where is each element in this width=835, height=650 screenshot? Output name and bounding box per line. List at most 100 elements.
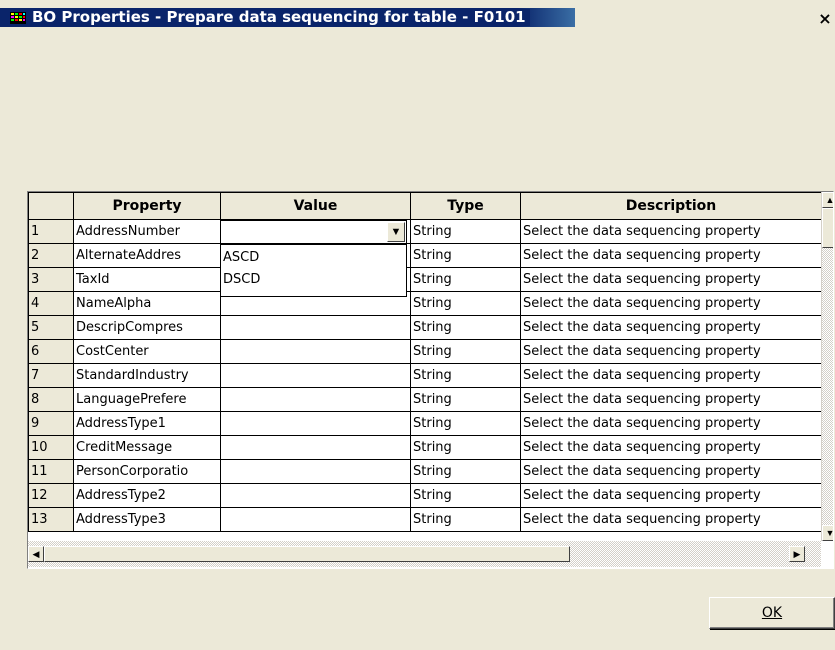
type-cell: String: [410, 243, 521, 268]
row-number: 1: [28, 219, 74, 244]
table-row[interactable]: 9 AddressType1 String Select the data seque…: [28, 411, 822, 436]
row-number: 3: [28, 267, 74, 292]
property-cell: AddressType3: [73, 507, 221, 532]
vertical-scroll-thumb[interactable]: [822, 208, 833, 248]
table-row[interactable]: 10 CreditMessage String Select the data seq…: [28, 435, 822, 460]
row-number: 11: [28, 459, 74, 484]
scroll-down-arrow-icon[interactable]: ▼: [822, 525, 833, 541]
property-cell: CostCenter: [73, 339, 221, 364]
table-row[interactable]: 12 AddressType2 String Select the data sequ…: [28, 483, 822, 508]
value-cell[interactable]: [220, 315, 411, 340]
type-cell: String: [410, 291, 521, 316]
description-cell: Select the data sequencing property: [520, 411, 822, 436]
value-dropdown-list: ASCD DSCD: [220, 244, 407, 297]
description-cell: Select the data sequencing property: [520, 219, 822, 244]
type-cell: String: [410, 315, 521, 340]
row-number: 4: [28, 291, 74, 316]
property-cell: TaxId: [73, 267, 221, 292]
description-cell: Select the data sequencing property: [520, 291, 822, 316]
description-cell: Select the data sequencing property: [520, 267, 822, 292]
property-cell: AddressNumber: [73, 219, 221, 244]
scroll-up-arrow-icon[interactable]: ▲: [822, 192, 833, 208]
properties-table: Property Value Type Description 1 Address…: [28, 192, 822, 532]
value-cell[interactable]: [220, 435, 411, 460]
type-cell: String: [410, 507, 521, 532]
description-cell: Select the data sequencing property: [520, 483, 822, 508]
scroll-left-arrow-icon[interactable]: ◀: [28, 546, 44, 562]
value-cell[interactable]: [220, 387, 411, 412]
type-cell: String: [410, 219, 521, 244]
column-header-property[interactable]: Property: [73, 192, 221, 220]
property-cell: AddressType1: [73, 411, 221, 436]
value-cell[interactable]: [220, 483, 411, 508]
vertical-scrollbar[interactable]: ▲ ▼: [821, 192, 833, 541]
column-header-rownum: [28, 192, 74, 220]
type-cell: String: [410, 363, 521, 388]
row-number: 13: [28, 507, 74, 532]
row-number: 2: [28, 243, 74, 268]
type-cell: String: [410, 387, 521, 412]
title-bar: BO Properties - Prepare data sequencing …: [0, 0, 835, 31]
property-cell: DescripCompres: [73, 315, 221, 340]
app-grid-icon: [10, 12, 26, 24]
row-number: 12: [28, 483, 74, 508]
description-cell: Select the data sequencing property: [520, 459, 822, 484]
property-cell: StandardIndustry: [73, 363, 221, 388]
property-cell: CreditMessage: [73, 435, 221, 460]
table-row[interactable]: 1 AddressNumber String Select the data sequ…: [28, 219, 822, 244]
type-cell: String: [410, 267, 521, 292]
description-cell: Select the data sequencing property: [520, 339, 822, 364]
dropdown-option-dscd[interactable]: DSCD: [221, 267, 406, 289]
table-row[interactable]: 7 StandardIndustry String Select the data s…: [28, 363, 822, 388]
window-title: BO Properties - Prepare data sequencing …: [30, 9, 530, 26]
table-row[interactable]: 8 LanguagePrefere String Select the data se…: [28, 387, 822, 412]
value-cell[interactable]: [220, 339, 411, 364]
description-cell: Select the data sequencing property: [520, 435, 822, 460]
properties-grid[interactable]: Property Value Type Description 1 Address…: [27, 191, 834, 569]
row-number: 9: [28, 411, 74, 436]
scroll-right-arrow-icon[interactable]: ▶: [789, 546, 805, 562]
property-cell: AlternateAddres: [73, 243, 221, 268]
dropdown-arrow-icon[interactable]: ▼: [387, 222, 405, 242]
table-row[interactable]: 5 DescripCompres String Select the data seq…: [28, 315, 822, 340]
row-number: 6: [28, 339, 74, 364]
header-row: Property Value Type Description: [28, 192, 822, 220]
description-cell: Select the data sequencing property: [520, 315, 822, 340]
close-icon[interactable]: ×: [817, 11, 833, 27]
column-header-type[interactable]: Type: [410, 192, 521, 220]
dropdown-option-ascd[interactable]: ASCD: [221, 245, 406, 267]
row-number: 5: [28, 315, 74, 340]
property-cell: NameAlpha: [73, 291, 221, 316]
description-cell: Select the data sequencing property: [520, 243, 822, 268]
row-number: 8: [28, 387, 74, 412]
value-cell[interactable]: [220, 411, 411, 436]
column-header-description[interactable]: Description: [520, 192, 822, 220]
type-cell: String: [410, 483, 521, 508]
table-row[interactable]: 2 AlternateAddres String Select the data se…: [28, 243, 822, 268]
description-cell: Select the data sequencing property: [520, 507, 822, 532]
column-header-value[interactable]: Value: [220, 192, 411, 220]
table-row[interactable]: 6 CostCenter String Select the data sequenc…: [28, 339, 822, 364]
type-cell: String: [410, 339, 521, 364]
value-cell[interactable]: [220, 507, 411, 532]
property-cell: LanguagePrefere: [73, 387, 221, 412]
description-cell: Select the data sequencing property: [520, 387, 822, 412]
table-row[interactable]: 11 PersonCorporatio String Select the data …: [28, 459, 822, 484]
description-cell: Select the data sequencing property: [520, 363, 822, 388]
table-row[interactable]: 4 NameAlpha String Select the data sequenci…: [28, 291, 822, 316]
ok-button[interactable]: OK: [709, 597, 835, 629]
type-cell: String: [410, 411, 521, 436]
horizontal-scroll-thumb[interactable]: [44, 546, 570, 562]
horizontal-scrollbar[interactable]: ◀ ▶: [28, 541, 821, 567]
value-cell[interactable]: [220, 363, 411, 388]
type-cell: String: [410, 459, 521, 484]
value-combobox[interactable]: ▼: [220, 220, 407, 244]
row-number: 7: [28, 363, 74, 388]
table-row[interactable]: 3 TaxId String Select the data sequencing p…: [28, 267, 822, 292]
value-cell[interactable]: [220, 459, 411, 484]
ok-button-label: OK: [761, 605, 783, 621]
row-number: 10: [28, 435, 74, 460]
type-cell: String: [410, 435, 521, 460]
property-cell: PersonCorporatio: [73, 459, 221, 484]
table-row[interactable]: 13 AddressType3 String Select the data sequ…: [28, 507, 822, 532]
